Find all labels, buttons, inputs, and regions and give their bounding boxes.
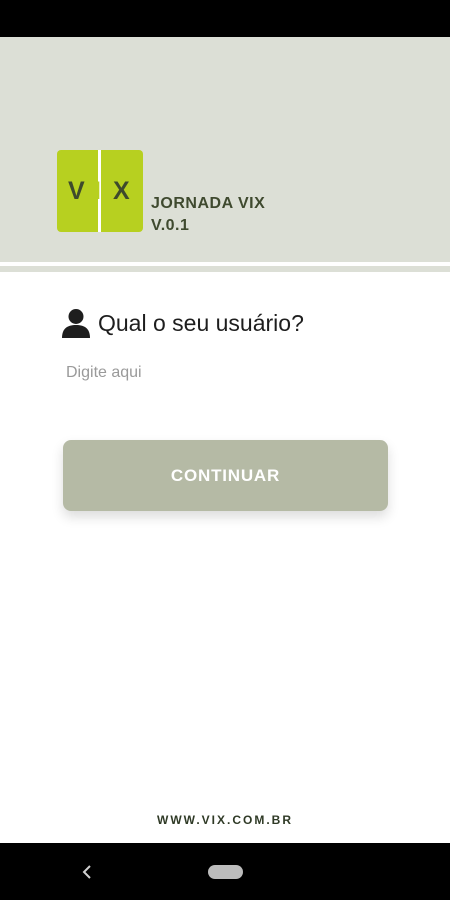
app-title: JORNADA VIX [151,195,266,212]
username-question: Qual o seu usuário? [60,306,304,340]
logo-letter-i: I [94,177,101,205]
logo-letter-x: X [113,177,130,205]
user-icon [60,308,92,338]
status-bar [0,0,450,37]
logo-letter-v: V [68,177,85,205]
home-pill-icon[interactable] [208,865,243,879]
continue-button[interactable]: CONTINUAR [63,440,388,511]
app-version: V.0.1 [151,217,190,234]
username-input[interactable] [64,358,390,388]
back-chevron-icon[interactable] [76,860,98,884]
question-text: Qual o seu usuário? [98,309,304,336]
header-divider-band [0,266,450,272]
footer-url: WWW.VIX.COM.BR [157,813,293,827]
